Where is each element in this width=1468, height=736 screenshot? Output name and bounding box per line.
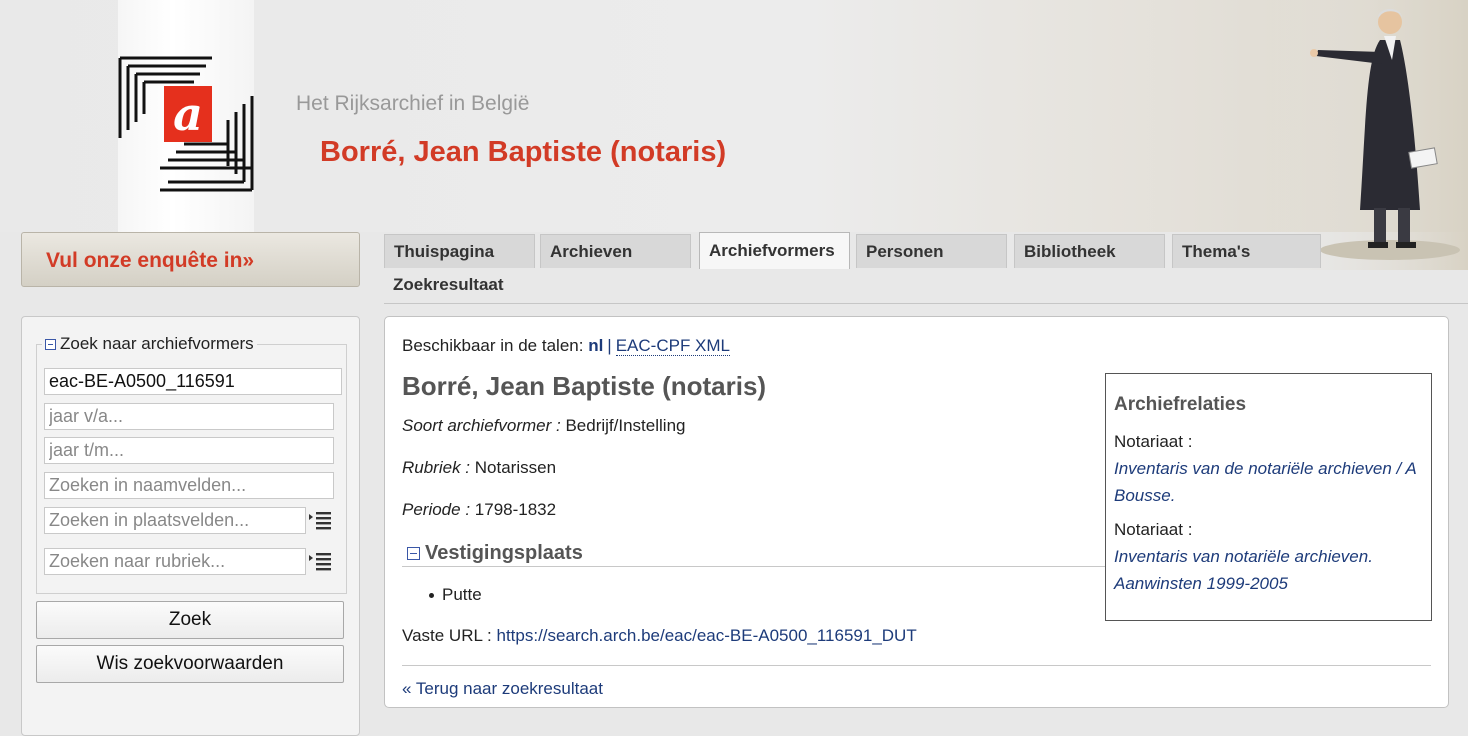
record-card: Beschikbaar in de talen: nl | EAC-CPF XML … [384, 316, 1449, 708]
clear-search-button[interactable]: Wis zoekvoorwaarden [36, 645, 344, 683]
logo-icon[interactable]: a [118, 56, 254, 194]
search-legend-label: Zoek naar archiefvormers [60, 334, 254, 353]
language-separator: | [607, 336, 612, 355]
available-languages: Beschikbaar in de talen: nl | EAC-CPF XML [402, 336, 731, 356]
main-tabs: Thuispagina Archieven Archiefvormers Per… [384, 232, 1344, 269]
record-title: Borré, Jean Baptiste (notaris) [402, 371, 767, 401]
relations-title: Archiefrelaties [1114, 394, 1247, 415]
section-heading-label: Vestigingsplaats [425, 542, 583, 564]
tab-archive-creators[interactable]: Archiefvormers [699, 232, 850, 269]
field-label: Soort archiefvormer : [402, 416, 561, 435]
divider [402, 665, 1431, 666]
survey-link[interactable]: Vul onze enquête in» [46, 249, 254, 273]
survey-box: Vul onze enquête in» [21, 232, 360, 287]
field-value: 1798-1832 [474, 500, 557, 519]
field-value: Notarissen [474, 458, 557, 477]
archive-relations-box: Archiefrelaties Notariaat : Inventaris v… [1105, 373, 1432, 621]
search-legend[interactable]: Zoek naar archiefvormers [42, 334, 257, 354]
page-heading: Borré, Jean Baptiste (notaris) [320, 136, 727, 168]
field-label: Rubriek : [402, 458, 471, 477]
search-button[interactable]: Zoek [36, 601, 344, 639]
languages-label: Beschikbaar in de talen: [402, 336, 584, 355]
field-value: Bedrijf/Instelling [565, 416, 686, 435]
field-rubric: Rubriek : Notarissen [402, 458, 556, 478]
rubric-search-input[interactable] [44, 548, 306, 575]
logo-letter: a [173, 87, 203, 141]
list-menu-icon[interactable] [307, 550, 333, 574]
tab-library[interactable]: Bibliotheek [1014, 234, 1165, 268]
eac-cpf-xml-link[interactable]: EAC-CPF XML [615, 336, 731, 356]
url-label: Vaste URL : [402, 626, 492, 645]
list-bullet [429, 593, 434, 598]
site-name: Het Rijksarchief in België [296, 92, 530, 115]
tab-home[interactable]: Thuispagina [384, 234, 535, 268]
year-to-input[interactable] [44, 437, 334, 464]
relation-link[interactable]: Inventaris van de notariële archieven / … [1114, 455, 1424, 509]
collapse-icon[interactable] [45, 338, 56, 350]
site-header: a Het Rijksarchief in België Borré, Jean… [0, 0, 1468, 270]
year-from-input[interactable] [44, 403, 334, 430]
permanent-url-link[interactable]: https://search.arch.be/eac/eac-BE-A0500_… [497, 626, 917, 645]
place-list-item: Putte [442, 585, 482, 604]
sub-navigation: Zoekresultaat [384, 268, 1468, 304]
tab-archives[interactable]: Archieven [540, 234, 691, 268]
search-panel: Zoek naar archiefvormers Zoek Wis zoekvo… [21, 316, 360, 736]
relation-label: Notariaat : [1114, 520, 1193, 539]
name-search-input[interactable] [44, 472, 334, 499]
field-label: Periode : [402, 500, 471, 519]
search-result-link[interactable]: Zoekresultaat [393, 275, 504, 295]
place-search-input[interactable] [44, 507, 306, 534]
relation-label: Notariaat : [1114, 432, 1193, 451]
tab-persons[interactable]: Personen [856, 234, 1007, 268]
field-creator-type: Soort archiefvormer : Bedrijf/Instelling [402, 416, 685, 436]
language-nl: nl [588, 336, 604, 355]
back-to-results-link[interactable]: « Terug naar zoekresultaat [402, 679, 603, 699]
field-period: Periode : 1798-1832 [402, 500, 556, 520]
tab-themes[interactable]: Thema's [1172, 234, 1321, 268]
portrait-image [1270, 0, 1468, 270]
relation-link[interactable]: Inventaris van notariële archieven. Aanw… [1114, 543, 1424, 597]
permanent-url: Vaste URL : https://search.arch.be/eac/e… [402, 626, 917, 646]
collapse-icon[interactable] [407, 547, 420, 560]
list-menu-icon[interactable] [307, 509, 333, 533]
location-section-heading[interactable]: Vestigingsplaats [407, 542, 583, 565]
archive-creator-id-input[interactable] [44, 368, 342, 395]
